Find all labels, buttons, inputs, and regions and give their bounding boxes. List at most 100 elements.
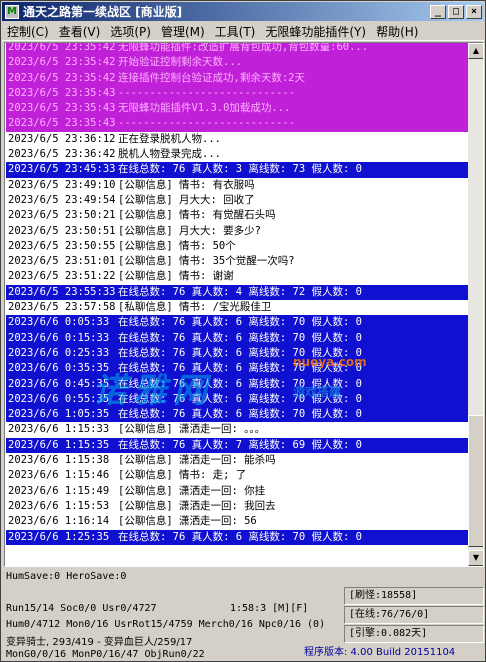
app-icon[interactable]: M — [5, 4, 19, 19]
status-hum: Hum0/4712 Mon0/16 UsrRot15/4759 Merch0/1… — [6, 619, 326, 630]
log-line: 2023/6/5 23:35:43 -----------------------… — [6, 116, 468, 132]
log-timestamp: 2023/6/5 23:35:42 — [8, 42, 116, 53]
log-line: 2023/6/6 0:35:35 在线总数: 76 真人数: 6 离线数: 70 … — [6, 361, 468, 377]
log-timestamp: 2023/6/5 23:35:42 — [8, 56, 116, 69]
log-message: [公聊信息] 情书: 50个 — [118, 239, 236, 252]
log-timestamp: 2023/6/5 23:50:51 — [8, 224, 116, 237]
log-message: 在线总数: 76 真人数: 4 离线数: 72 假人数: 0 — [118, 285, 362, 298]
log-timestamp: 2023/6/5 23:50:21 — [8, 209, 116, 222]
log-message: [公聊信息] 潇洒走一回: 我回去 — [118, 499, 276, 512]
log-list: 2023/6/5 23:35:42 无限蜂功能插件:改造扩展背包成功,背包数量:6… — [6, 42, 468, 545]
log-timestamp: 2023/6/6 0:15:33 — [8, 331, 110, 344]
log-message: 在线总数: 76 真人数: 6 离线数: 70 假人数: 0 — [118, 346, 362, 359]
log-line: 2023/6/5 23:49:54 [公聊信息] 月大大: 回收了 — [6, 192, 468, 209]
menu-view[interactable]: 查看(V) — [54, 23, 106, 40]
log-timestamp: 2023/6/6 1:25:35 — [8, 530, 110, 543]
log-line: 2023/6/6 1:15:38 [公聊信息] 潇洒走一回: 能杀吗 — [6, 453, 468, 469]
log-timestamp: 2023/6/6 1:15:35 — [8, 438, 110, 451]
log-line: 2023/6/6 1:05:35 在线总数: 76 真人数: 6 离线数: 70 … — [6, 407, 468, 423]
version-label: 程序版本: 4.00 Build 20151104 — [304, 647, 456, 658]
log-timestamp: 2023/6/6 0:55:35 — [8, 392, 110, 405]
log-message: [公聊信息] 情书: 35个觉醒一次吗? — [118, 255, 295, 268]
log-message: [公聊信息] 月大大: 要多少? — [118, 224, 261, 237]
log-timestamp: 2023/6/5 23:51:01 — [8, 255, 116, 268]
log-timestamp: 2023/6/5 23:36:12 — [8, 132, 116, 145]
log-message: [公聊信息] 情书: 走; 了 — [118, 469, 247, 482]
menu-options[interactable]: 选项(P) — [105, 23, 156, 40]
status-panel: HumSave:0 HeroSave:0 Run15/14 Soc0/0 Usr… — [4, 569, 484, 661]
menu-control[interactable]: 控制(C) — [2, 23, 54, 40]
log-line: 2023/6/6 1:25:35 在线总数: 76 真人数: 6 离线数: 70 … — [6, 529, 468, 545]
log-message: 连接插件控制台验证成功,剩余天数:2天 — [118, 71, 305, 84]
menu-manage[interactable]: 管理(M) — [156, 23, 210, 40]
log-line: 2023/6/5 23:50:21 [公聊信息] 情书: 有觉醒石头吗 — [6, 208, 468, 224]
log-timestamp: 2023/6/5 23:57:58 — [8, 301, 116, 314]
log-line: 2023/6/5 23:35:43 -----------------------… — [6, 85, 468, 102]
log-message: 开始验证控制剩余天数... — [118, 56, 242, 69]
log-message: [公聊信息] 潇洒走一回: 你挂 — [118, 484, 266, 497]
log-timestamp: 2023/6/6 1:05:35 — [8, 408, 110, 421]
log-line: 2023/6/6 0:55:35 在线总数: 76 真人数: 6 离线数: 70 … — [6, 391, 468, 408]
log-line: 2023/6/5 23:57:58 [私聊信息] 情书: /宝光殿佳卫 — [6, 300, 468, 316]
log-line: 2023/6/5 23:50:55 [公聊信息] 情书: 50个 — [6, 238, 468, 255]
log-timestamp: 2023/6/5 23:45:33 — [8, 163, 116, 176]
window-title: 通天之路第一续战区 [商业版] — [23, 5, 183, 19]
online-counter: [在线:76/76/0] — [344, 606, 484, 624]
minimize-button[interactable]: _ — [430, 4, 446, 19]
log-line: 2023/6/6 0:45:35 在线总数: 76 真人数: 6 离线数: 70 … — [6, 376, 468, 392]
scroll-up-arrow-icon[interactable]: ▲ — [468, 43, 483, 59]
menu-plugin[interactable]: 无限蜂功能插件(Y) — [260, 23, 371, 40]
log-line: 2023/6/6 1:16:14 [公聊信息] 潇洒走一回: 56 — [6, 514, 468, 530]
status-run: Run15/14 Soc0/0 Usr0/4727 — [6, 603, 157, 614]
log-message: 在线总数: 76 真人数: 6 离线数: 70 假人数: 0 — [118, 392, 362, 405]
log-line: 2023/6/5 23:35:43 无限蜂功能插件V1.3.0加载成功... — [6, 101, 468, 117]
main-window: M 通天之路第一续战区 [商业版] _ □ × 控制(C) 查看(V) 选项(P… — [0, 0, 486, 662]
scroll-down-arrow-icon[interactable]: ▼ — [468, 550, 483, 566]
log-line: 2023/6/5 23:51:01 [公聊信息] 情书: 35个觉醒一次吗? — [6, 254, 468, 270]
log-timestamp: 2023/6/5 23:35:43 — [8, 117, 116, 130]
log-message: [公聊信息] 情书: 有觉醒石头吗 — [118, 209, 276, 222]
log-line: 2023/6/5 23:51:22 [公聊信息] 情书: 谢谢 — [6, 269, 468, 285]
menu-help[interactable]: 帮助(H) — [371, 23, 423, 40]
scroll-thumb[interactable] — [468, 415, 483, 547]
log-message: [公聊信息] 月大大: 回收了 — [118, 193, 255, 206]
menu-tools[interactable]: 工具(T) — [210, 23, 261, 40]
log-line: 2023/6/6 1:15:46 [公聊信息] 情书: 走; 了 — [6, 468, 468, 484]
log-message: [私聊信息] 情书: /宝光殿佳卫 — [118, 301, 272, 314]
log-timestamp: 2023/6/6 1:15:33 — [8, 423, 110, 436]
log-message: [公聊信息] 情书: 有衣服吗 — [118, 178, 255, 191]
log-message: 在线总数: 76 真人数: 7 离线数: 69 假人数: 0 — [118, 438, 362, 451]
log-message: [公聊信息] 潇洒走一回: 56 — [118, 515, 257, 528]
log-message: 脱机人物登录完成... — [118, 148, 221, 161]
log-line: 2023/6/6 1:15:35 在线总数: 76 真人数: 7 离线数: 69 … — [6, 437, 468, 454]
log-message: [公聊信息] 情书: 谢谢 — [118, 270, 234, 283]
log-line: 2023/6/6 1:15:53 [公聊信息] 潇洒走一回: 我回去 — [6, 498, 468, 515]
log-message: [公聊信息] 潇洒走一回: 。。。 — [118, 423, 266, 436]
log-message: ---------------------------- — [118, 86, 296, 99]
close-button[interactable]: × — [466, 4, 482, 19]
log-message: [公聊信息] 潇洒走一回: 能杀吗 — [118, 454, 276, 467]
log-line: 2023/6/6 1:15:49 [公聊信息] 潇洒走一回: 你挂 — [6, 483, 468, 499]
log-timestamp: 2023/6/5 23:35:43 — [8, 102, 116, 115]
log-timestamp: 2023/6/6 1:16:14 — [8, 515, 110, 528]
log-scrollbar[interactable]: ▲ ▼ — [468, 43, 483, 566]
log-line: 2023/6/5 23:55:33 在线总数: 76 真人数: 4 离线数: 72… — [6, 284, 468, 301]
log-line: 2023/6/6 0:15:33 在线总数: 76 真人数: 6 离线数: 70 … — [6, 330, 468, 346]
refresh-counter: [刷怪:18558] — [344, 587, 484, 605]
log-message: 在线总数: 76 真人数: 3 离线数: 73 假人数: 0 — [118, 163, 362, 176]
maximize-button[interactable]: □ — [448, 4, 464, 19]
log-panel[interactable]: 2023/6/5 23:35:42 无限蜂功能插件:改造扩展背包成功,背包数量:6… — [4, 42, 484, 567]
log-line: 2023/6/5 23:35:42 无限蜂功能插件:改造扩展背包成功,背包数量:6… — [6, 42, 468, 56]
log-timestamp: 2023/6/5 23:49:54 — [8, 193, 116, 206]
log-line: 2023/6/5 23:45:33 在线总数: 76 真人数: 3 离线数: 73… — [6, 162, 468, 178]
log-timestamp: 2023/6/6 1:15:49 — [8, 484, 110, 497]
log-message: 在线总数: 76 真人数: 6 离线数: 70 假人数: 0 — [118, 377, 362, 390]
log-message: 在线总数: 76 真人数: 6 离线数: 70 假人数: 0 — [118, 316, 362, 329]
log-timestamp: 2023/6/5 23:50:55 — [8, 239, 116, 252]
title-bar[interactable]: M 通天之路第一续战区 [商业版] _ □ × — [2, 2, 484, 21]
log-line: 2023/6/5 23:50:51 [公聊信息] 月大大: 要多少? — [6, 223, 468, 239]
log-timestamp: 2023/6/5 23:35:42 — [8, 71, 116, 84]
log-timestamp: 2023/6/6 1:15:53 — [8, 499, 110, 512]
log-message: 正在登录脱机人物... — [118, 132, 221, 145]
log-message: 在线总数: 76 真人数: 6 离线数: 70 假人数: 0 — [118, 530, 362, 543]
